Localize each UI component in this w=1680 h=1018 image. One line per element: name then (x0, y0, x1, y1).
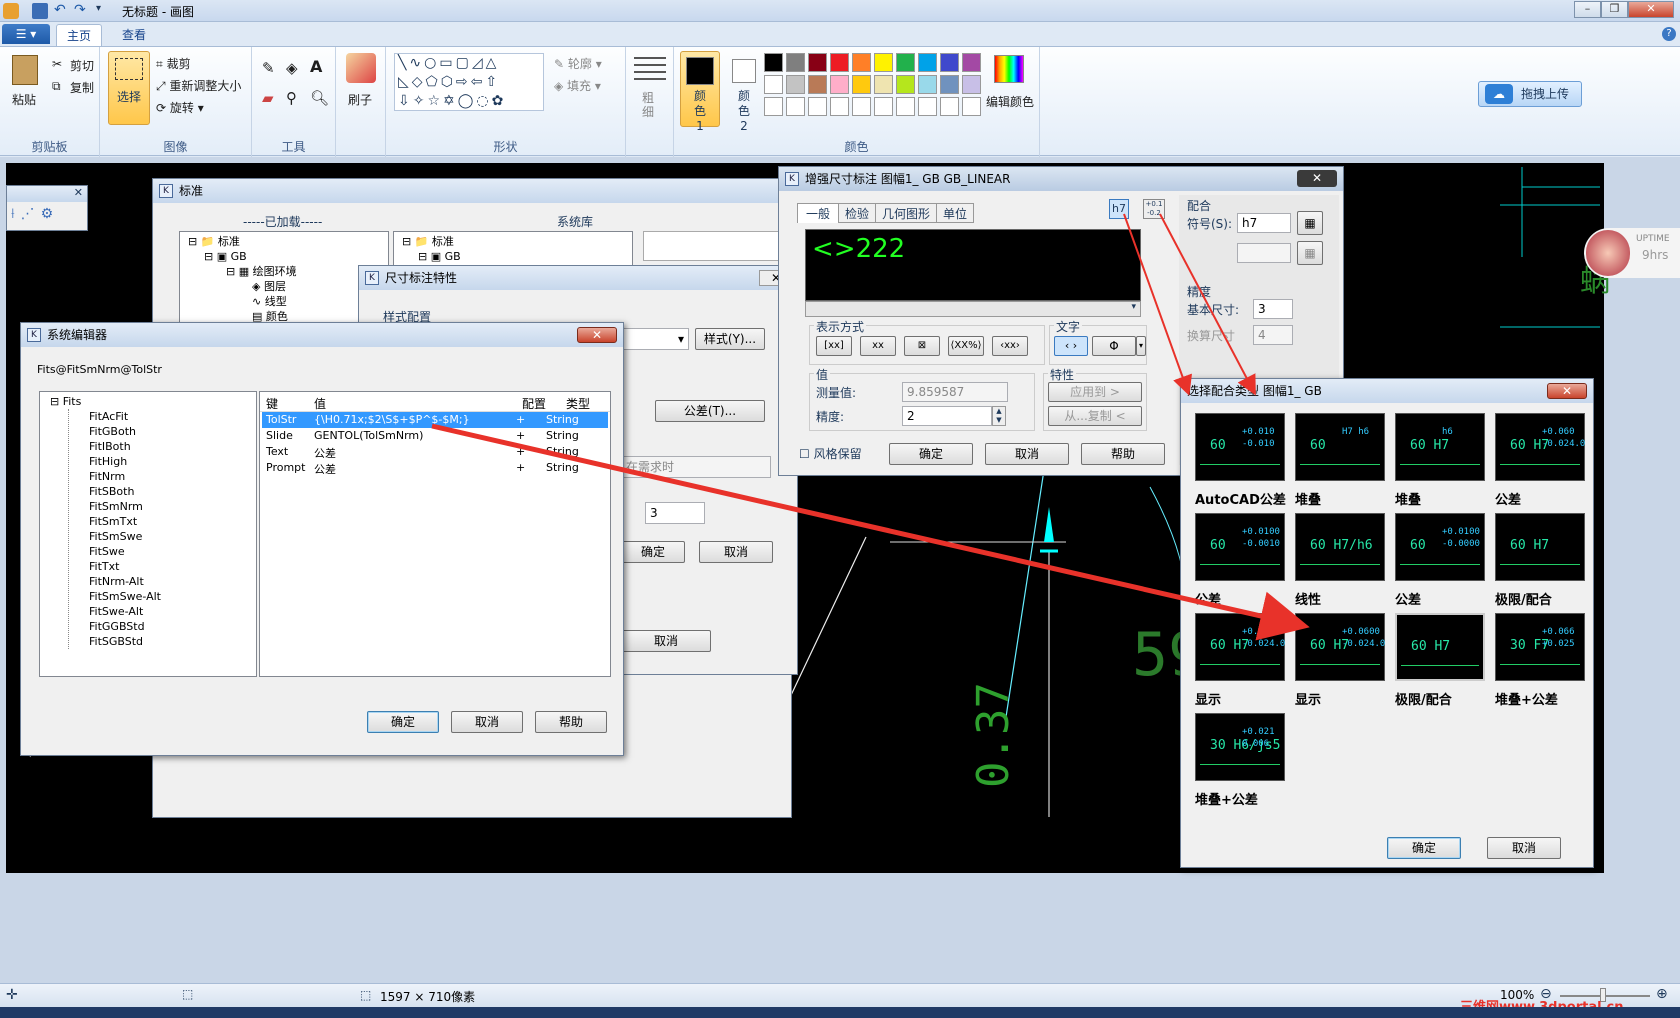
annotation-arrows (431, 213, 1310, 641)
arrow-tol-to-fit (1159, 213, 1256, 396)
cursor-position-icon: ✛ (6, 987, 18, 1003)
canvas-size-text: 1597 × 710像素 (380, 990, 476, 1004)
canvas-size-icon: ⬚ (360, 988, 372, 1002)
status-bar: ✛ ⬚ ⬚ 1597 × 710像素 100% ⊖ ⊕ (0, 983, 1680, 1007)
taskbar (0, 1007, 1680, 1018)
selection-size-icon: ⬚ (182, 987, 194, 1001)
arrow-tolstr-to-display (431, 423, 1310, 641)
arrow-h7-to-fit (1123, 213, 1192, 396)
zoom-in-icon[interactable]: ⊕ (1656, 986, 1668, 1002)
